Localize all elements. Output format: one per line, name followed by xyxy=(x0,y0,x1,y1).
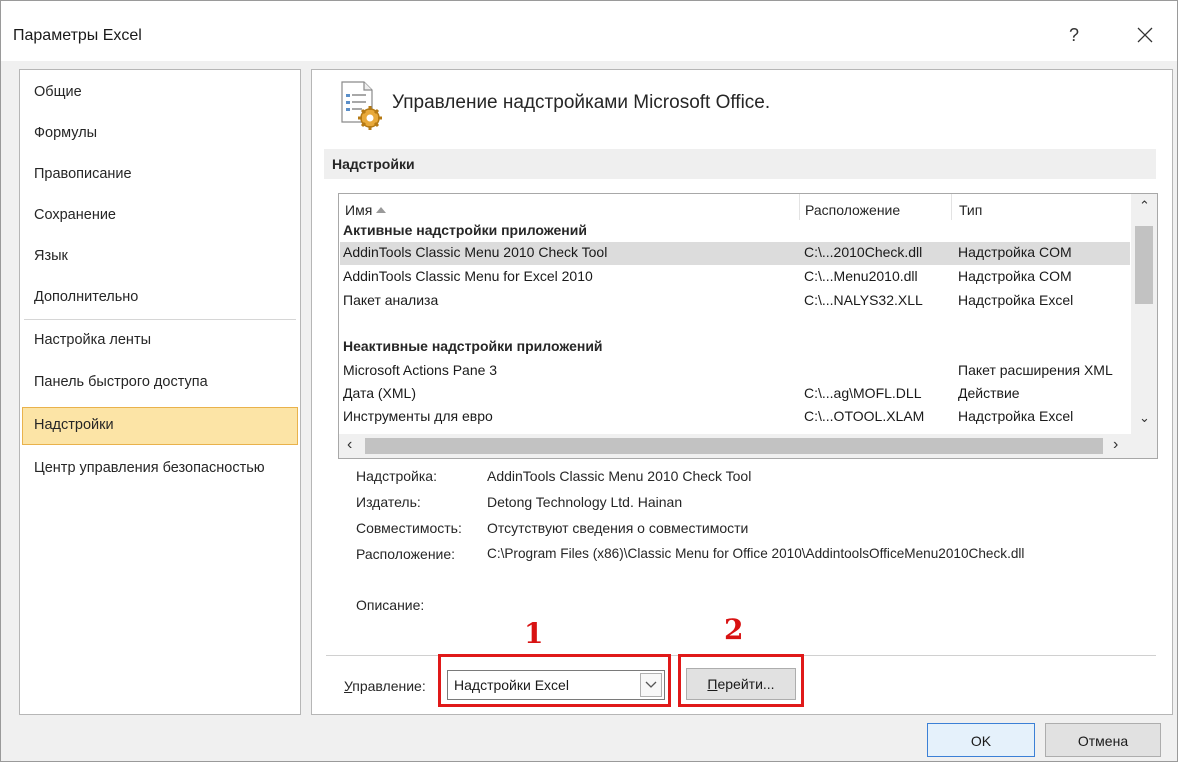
help-button[interactable]: ? xyxy=(1059,19,1089,51)
addins-gear-icon xyxy=(341,81,382,130)
addin-name: AddinTools Classic Menu for Excel 2010 xyxy=(343,268,593,284)
close-button[interactable] xyxy=(1125,19,1165,51)
close-icon xyxy=(1137,27,1153,43)
sidebar-item-general[interactable]: Общие xyxy=(22,74,298,110)
horizontal-scrollbar[interactable]: ‹ › xyxy=(339,434,1157,458)
vertical-scroll-thumb[interactable] xyxy=(1135,226,1153,304)
addins-list[interactable]: Имя Расположение Тип Активные надстройки… xyxy=(338,193,1158,459)
annotation-box-1 xyxy=(438,654,671,707)
cancel-button-label: Отмена xyxy=(1077,733,1129,749)
section-header: Надстройки xyxy=(324,149,1156,179)
column-header-location[interactable]: Расположение xyxy=(805,202,900,218)
sidebar-item-formulas[interactable]: Формулы xyxy=(22,115,298,151)
detail-compat-value: Отсутствуют сведения о совместимости xyxy=(487,520,749,536)
scroll-down-icon[interactable]: ⌄ xyxy=(1139,410,1150,426)
addin-location: C:\...NALYS32.XLL xyxy=(804,292,923,308)
vertical-scrollbar[interactable]: ⌃ ⌄ xyxy=(1131,194,1157,434)
sidebar-item-customize-ribbon[interactable]: Настройка ленты xyxy=(22,322,298,358)
addin-type: Надстройка Excel xyxy=(958,408,1074,424)
sidebar-item-addins[interactable]: Надстройки xyxy=(22,407,298,445)
addin-name: Microsoft Actions Pane 3 xyxy=(343,362,498,378)
column-divider[interactable] xyxy=(799,194,800,220)
manage-label: Управление: xyxy=(344,678,426,694)
scroll-up-icon[interactable]: ⌃ xyxy=(1139,198,1150,214)
annotation-number-2: 2 xyxy=(724,613,744,646)
sort-ascending-icon xyxy=(376,207,387,213)
list-item[interactable]: AddinTools Classic Menu 2010 Check Tool … xyxy=(340,242,1130,265)
group-active-addins: Активные надстройки приложений xyxy=(343,222,587,238)
addin-type: Надстройка COM xyxy=(958,268,1072,284)
list-item[interactable]: Инструменты для евро C:\...OTOOL.XLAM На… xyxy=(340,406,1130,429)
addin-name: Дата (XML) xyxy=(343,385,417,401)
detail-publisher-label: Издатель: xyxy=(356,494,421,510)
list-item[interactable]: Пакет анализа C:\...NALYS32.XLL Надстрой… xyxy=(340,290,1130,313)
sidebar-item-quick-access[interactable]: Панель быстрого доступа xyxy=(22,364,298,400)
sidebar-item-trust-center[interactable]: Центр управления безопасностью xyxy=(22,450,298,486)
addin-location: C:\...Menu2010.dll xyxy=(804,268,918,284)
sidebar-item-advanced[interactable]: Дополнительно xyxy=(22,279,298,315)
detail-addin-label: Надстройка: xyxy=(356,468,437,484)
addin-location: C:\...ag\MOFL.DLL xyxy=(804,385,922,401)
addin-type: Действие xyxy=(958,385,1020,401)
options-sidebar: Общие Формулы Правописание Сохранение Яз… xyxy=(19,69,301,715)
sidebar-separator xyxy=(24,319,296,320)
title-bar: Параметры Excel ? xyxy=(1,1,1177,61)
detail-addin-value: AddinTools Classic Menu 2010 Check Tool xyxy=(487,468,752,484)
ok-button[interactable]: OK xyxy=(927,723,1035,757)
column-name-label: Имя xyxy=(345,202,373,218)
addin-name: Инструменты для евро xyxy=(343,408,493,424)
addin-name: AddinTools Classic Menu 2010 Check Tool xyxy=(343,244,608,260)
list-item[interactable]: Microsoft Actions Pane 3 Пакет расширени… xyxy=(340,360,1130,383)
dialog-title: Параметры Excel xyxy=(13,27,142,44)
sidebar-item-proofing[interactable]: Правописание xyxy=(22,156,298,192)
column-divider[interactable] xyxy=(951,194,952,220)
group-inactive-addins: Неактивные надстройки приложений xyxy=(343,338,603,354)
detail-compat-label: Совместимость: xyxy=(356,520,462,536)
sidebar-item-language[interactable]: Язык xyxy=(22,238,298,274)
addin-type: Пакет расширения XML xyxy=(958,362,1113,378)
ok-button-label: OK xyxy=(970,733,992,749)
cancel-button[interactable]: Отмена xyxy=(1045,723,1161,757)
panel-heading: Управление надстройками Microsoft Office… xyxy=(392,92,771,113)
scroll-right-icon[interactable]: › xyxy=(1113,436,1118,454)
detail-publisher-value: Detong Technology Ltd. Hainan xyxy=(487,494,683,510)
addin-type: Надстройка COM xyxy=(958,244,1072,260)
sidebar-item-save[interactable]: Сохранение xyxy=(22,197,298,233)
addin-type: Надстройка Excel xyxy=(958,292,1074,308)
excel-options-dialog: Параметры Excel ? Общие Формулы Правопис… xyxy=(0,0,1178,762)
detail-location-label: Расположение: xyxy=(356,546,456,562)
horizontal-scroll-thumb[interactable] xyxy=(365,438,1103,454)
addin-location: C:\...OTOOL.XLAM xyxy=(804,408,925,424)
addins-panel: Управление надстройками Microsoft Office… xyxy=(311,69,1173,715)
detail-description-label: Описание: xyxy=(356,597,425,613)
column-header-name[interactable]: Имя xyxy=(345,202,387,218)
detail-location-value: C:\Program Files (x86)\Classic Menu for … xyxy=(487,546,1025,561)
annotation-box-2 xyxy=(678,654,804,707)
list-item[interactable]: AddinTools Classic Menu for Excel 2010 C… xyxy=(340,266,1130,289)
column-header-type[interactable]: Тип xyxy=(959,202,982,218)
list-item[interactable]: Дата (XML) C:\...ag\MOFL.DLL Действие xyxy=(340,383,1130,406)
section-title: Надстройки xyxy=(332,156,415,172)
addin-location: C:\...2010Check.dll xyxy=(804,244,923,260)
addin-name: Пакет анализа xyxy=(343,292,439,308)
annotation-number-1: 1 xyxy=(524,617,544,650)
scroll-left-icon[interactable]: ‹ xyxy=(347,436,352,454)
